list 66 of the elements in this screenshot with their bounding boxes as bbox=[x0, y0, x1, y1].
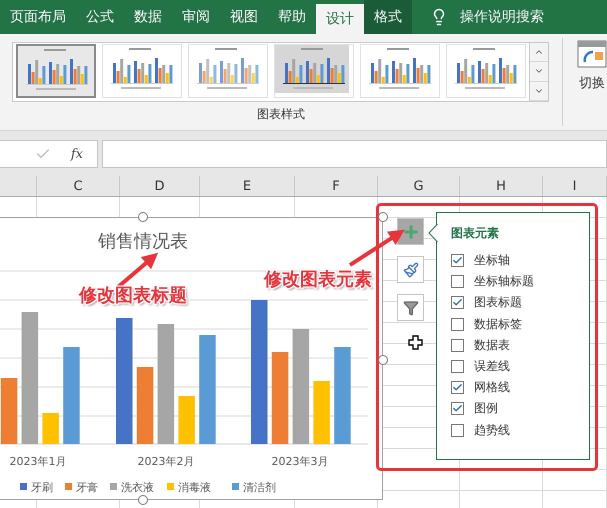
checkbox[interactable] bbox=[451, 424, 464, 437]
column-header[interactable]: C bbox=[37, 176, 120, 196]
ribbon-tab[interactable]: 公式 bbox=[76, 0, 124, 34]
checkbox[interactable] bbox=[451, 360, 464, 374]
ribbon-tab[interactable]: 帮助 bbox=[268, 0, 316, 34]
axis-label: 2023年2月 bbox=[138, 455, 194, 468]
ribbon-tab[interactable]: 审阅 bbox=[172, 0, 220, 34]
annotation-arrow bbox=[348, 230, 405, 267]
insert-function-button[interactable]: fx bbox=[70, 146, 83, 162]
checkbox[interactable] bbox=[451, 275, 464, 288]
ribbon-tab[interactable]: 页面布局 bbox=[0, 0, 76, 34]
checkbox[interactable] bbox=[451, 296, 464, 310]
plus-icon bbox=[402, 222, 420, 240]
column-header[interactable]: F bbox=[295, 176, 378, 196]
legend-label: 清洁剂 bbox=[243, 481, 276, 494]
resize-handle[interactable] bbox=[138, 212, 148, 222]
formula-input-field[interactable] bbox=[102, 140, 607, 168]
legend-label: 洗衣液 bbox=[121, 481, 154, 494]
ribbon-tab[interactable]: 格式 bbox=[364, 0, 412, 34]
chart-bar bbox=[313, 381, 330, 444]
annotation-text: 修改图表标题 bbox=[79, 284, 187, 307]
chart-side-button[interactable] bbox=[397, 218, 424, 245]
resize-handle[interactable] bbox=[138, 495, 148, 505]
legend-label: 牙刷 bbox=[31, 481, 53, 494]
axis-label: 2023年3月 bbox=[272, 455, 328, 468]
chart-element-option[interactable]: 图例 bbox=[451, 398, 589, 420]
column-header[interactable]: H bbox=[460, 176, 543, 196]
chart-element-option[interactable]: 坐标轴标题 bbox=[451, 271, 589, 292]
resize-handle[interactable] bbox=[378, 355, 388, 365]
filter-icon bbox=[402, 300, 418, 316]
checkbox[interactable] bbox=[451, 254, 464, 268]
checkbox[interactable] bbox=[451, 338, 464, 352]
group-label: 图表样式 bbox=[257, 106, 305, 123]
legend-label: 消毒液 bbox=[178, 481, 211, 494]
checkbox[interactable] bbox=[451, 381, 464, 394]
paintbrush-icon bbox=[402, 262, 418, 278]
column-header[interactable]: I bbox=[543, 176, 607, 196]
column-header[interactable]: E bbox=[200, 176, 295, 196]
annotation-text: 修改图表元素 bbox=[264, 268, 372, 291]
chart-side-button[interactable] bbox=[397, 256, 424, 283]
tell-me-search[interactable]: 操作说明搜索 bbox=[460, 8, 544, 26]
panel-title: 图表元素 bbox=[451, 225, 500, 242]
resize-handle[interactable] bbox=[378, 212, 388, 222]
chart-element-option[interactable]: 图表标题 bbox=[451, 292, 589, 314]
checkbox[interactable] bbox=[451, 402, 464, 416]
axis-label: 2023年1月 bbox=[10, 455, 66, 468]
chart-side-button[interactable] bbox=[397, 294, 424, 321]
chart-element-option[interactable]: 趋势线 bbox=[451, 420, 589, 441]
chart-element-option[interactable]: 坐标轴 bbox=[451, 250, 589, 272]
chart-title: 销售情况表 bbox=[98, 231, 188, 252]
column-header[interactable]: D bbox=[120, 176, 200, 196]
chart-element-option[interactable]: 误差线 bbox=[451, 356, 589, 378]
ribbon-tab[interactable]: 设计 bbox=[316, 4, 364, 34]
ribbon-tab[interactable]: 数据 bbox=[124, 0, 172, 34]
chart-element-option[interactable]: 数据表 bbox=[451, 334, 589, 356]
switch-row-column-button[interactable]: 切换 bbox=[563, 34, 607, 130]
column-header[interactable]: G bbox=[378, 176, 460, 196]
chart-bar bbox=[0, 378, 18, 444]
checkbox[interactable] bbox=[451, 318, 464, 331]
chart-element-option[interactable]: 数据标签 bbox=[451, 314, 589, 335]
chart-bar bbox=[178, 396, 195, 444]
chart-element-option[interactable]: 网格线 bbox=[451, 377, 589, 398]
legend-label: 牙膏 bbox=[76, 481, 98, 494]
ribbon-tab[interactable]: 视图 bbox=[220, 0, 268, 34]
move-cursor-icon bbox=[408, 335, 423, 350]
chart-bar bbox=[42, 413, 59, 444]
